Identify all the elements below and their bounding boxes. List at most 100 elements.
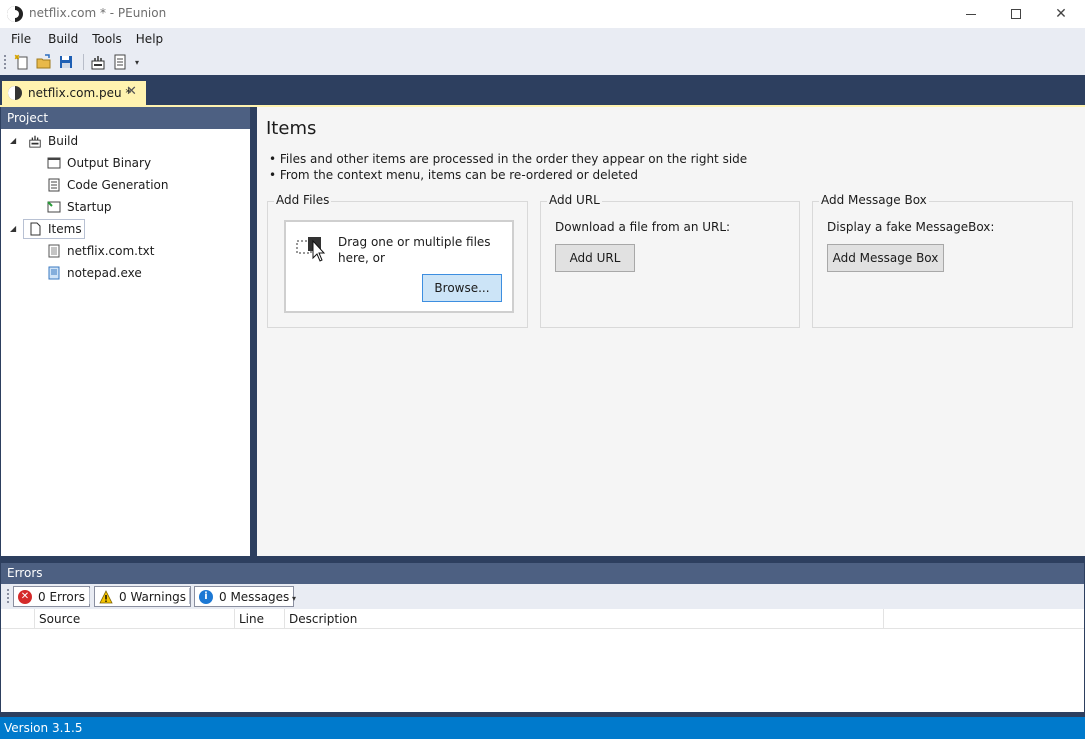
menu-build[interactable]: Build (38, 28, 85, 50)
toolbar-separator (83, 54, 84, 70)
title-bar: netflix.com * - PEunion ✕ (0, 0, 1085, 28)
minimize-button[interactable] (948, 0, 994, 28)
add-message-box-description: Display a fake MessageBox: (827, 220, 995, 234)
add-url-button[interactable]: Add URL (555, 244, 635, 272)
drop-instructions: Drag one or multiple files here, or (338, 235, 491, 265)
tree-item-label: Code Generation (67, 178, 169, 192)
tree-item-startup[interactable]: Startup (47, 197, 112, 217)
add-message-box-group: Add Message Box Display a fake MessageBo… (812, 193, 1073, 328)
toolbar-overflow-icon[interactable]: ▾ (135, 58, 139, 67)
errors-count: 0 Errors (38, 589, 85, 604)
open-folder-icon (36, 54, 51, 69)
menu-bar: File Build Tools Help (0, 28, 1085, 50)
file-drop-zone[interactable]: Drag one or multiple files here, or Brow… (284, 220, 514, 313)
group-title: Add Files (274, 193, 332, 207)
project-panel-header: Project (1, 107, 250, 129)
info-icon: i (199, 589, 213, 604)
text-file-icon (47, 244, 61, 258)
build-icon (91, 56, 105, 70)
warnings-count: 0 Warnings (119, 589, 187, 604)
collapse-arrow-icon[interactable]: ◢ (10, 224, 16, 233)
horizontal-splitter[interactable] (0, 556, 1085, 563)
maximize-button[interactable] (993, 0, 1039, 28)
window-icon (47, 156, 61, 170)
tab-netflix-com-peu[interactable]: netflix.com.peu * ✕ (2, 81, 146, 105)
browse-button[interactable]: Browse... (422, 274, 502, 302)
drag-drop-icon (296, 237, 326, 262)
project-panel: Project ◢ Build Output Binary Code Gener… (0, 107, 251, 556)
exe-file-icon (47, 266, 61, 280)
tree-item-label: notepad.exe (67, 266, 142, 280)
page-icon (28, 222, 42, 236)
tree-item-code-generation[interactable]: Code Generation (47, 175, 168, 195)
warning-icon (99, 589, 113, 604)
project-file-icon (8, 86, 22, 100)
save-icon (60, 56, 72, 68)
add-url-description: Download a file from an URL: (555, 220, 731, 234)
app-icon (7, 6, 23, 22)
tree-item-label: Items (48, 222, 82, 236)
tree-item-file-notepad[interactable]: notepad.exe (47, 263, 142, 283)
open-folder-button[interactable] (35, 53, 53, 71)
tree-item-label: Build (48, 134, 79, 148)
column-source[interactable]: Source (34, 609, 234, 629)
code-file-icon (47, 178, 61, 192)
menu-tools[interactable]: Tools (85, 28, 129, 50)
messages-filter-button[interactable]: i 0 Messages (194, 586, 295, 607)
save-button[interactable] (57, 53, 75, 71)
tab-close-icon[interactable]: ✕ (126, 84, 137, 99)
info-bullet: • From the context menu, items can be re… (269, 168, 638, 182)
menu-file[interactable]: File (4, 28, 38, 50)
tree-item-file-netflix[interactable]: netflix.com.txt (47, 241, 154, 261)
new-file-button[interactable] (13, 53, 31, 71)
document-tab-strip: netflix.com.peu * ✕ (0, 75, 1085, 105)
tree-item-build[interactable]: Build (28, 131, 78, 151)
collapse-arrow-icon[interactable]: ◢ (10, 136, 16, 145)
code-file-button[interactable] (111, 53, 129, 71)
page-title: Items (266, 118, 317, 139)
column-filler (883, 609, 1083, 629)
errors-filter-button[interactable]: ✕ 0 Errors (13, 586, 90, 607)
tab-label: netflix.com.peu * (28, 86, 132, 100)
build-button[interactable] (89, 53, 107, 71)
toolbar-overflow-icon[interactable]: ▾ (292, 594, 296, 603)
info-bullet: • Files and other items are processed in… (269, 152, 748, 166)
toolbar-grip[interactable] (4, 55, 6, 69)
toolbar: ▾ (0, 50, 1085, 75)
group-title: Add Message Box (819, 193, 929, 207)
add-message-box-button[interactable]: Add Message Box (827, 244, 944, 272)
tree-item-output-binary[interactable]: Output Binary (47, 153, 151, 173)
window-title: netflix.com * - PEunion (29, 6, 167, 20)
column-description[interactable]: Description (284, 609, 883, 629)
new-file-icon (14, 54, 28, 70)
toolbar-separator (89, 588, 90, 604)
errors-toolbar: ✕ 0 Errors 0 Warnings i 0 Messages ▾ (1, 584, 1084, 609)
items-page: Items • Files and other items are proces… (257, 107, 1085, 556)
toolbar-separator (189, 588, 190, 604)
maximize-icon (1011, 9, 1021, 19)
errors-grid-header: Source Line Description (1, 609, 1084, 629)
errors-panel: Errors ✕ 0 Errors 0 Warnings i 0 Message… (0, 563, 1085, 712)
tree-item-label: netflix.com.txt (67, 244, 155, 258)
group-title: Add URL (547, 193, 602, 207)
version-label: Version 3.1.5 (0, 717, 1085, 739)
close-window-button[interactable]: ✕ (1038, 0, 1084, 28)
add-url-group: Add URL Download a file from an URL: Add… (540, 193, 800, 328)
error-icon: ✕ (18, 589, 32, 604)
build-icon (28, 134, 42, 148)
status-bar: Version 3.1.5 (0, 712, 1085, 739)
startup-icon (47, 200, 61, 214)
warnings-filter-button[interactable]: 0 Warnings (94, 586, 192, 607)
column-line[interactable]: Line (234, 609, 284, 629)
close-icon: ✕ (1055, 6, 1067, 22)
tree-item-label: Startup (67, 200, 112, 214)
minimize-icon (966, 13, 976, 15)
tree-item-items[interactable]: Items (28, 219, 82, 239)
code-file-icon (114, 54, 126, 70)
toolbar-grip[interactable] (7, 589, 9, 603)
tree-item-label: Output Binary (67, 156, 152, 170)
messages-count: 0 Messages (219, 589, 290, 604)
menu-help[interactable]: Help (129, 28, 170, 50)
errors-panel-header: Errors (1, 563, 1084, 584)
add-files-group: Add Files Drag one or multiple files her… (267, 193, 528, 328)
